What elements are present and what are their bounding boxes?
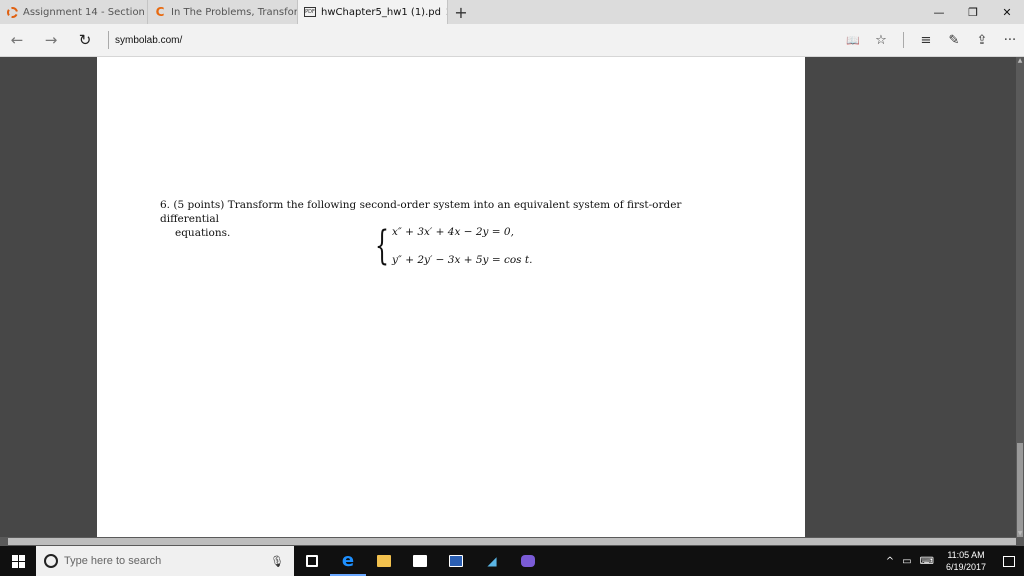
keyboard-icon[interactable]: ⌨ — [920, 556, 934, 567]
search-placeholder: Type here to search — [64, 555, 162, 567]
horizontal-scroll-thumb[interactable] — [8, 538, 1016, 545]
tab-pdf-active[interactable]: PDF hwChapter5_hw1 (1).pd ✕ — [298, 0, 448, 24]
share-icon[interactable]: ⇪ — [968, 24, 996, 57]
forward-button[interactable]: → — [34, 24, 68, 57]
task-view-icon[interactable] — [294, 546, 330, 576]
action-center-icon[interactable] — [994, 555, 1024, 567]
vertical-scrollbar[interactable]: ▲ ▼ — [1016, 57, 1024, 537]
back-button[interactable]: ← — [0, 24, 34, 57]
new-tab-button[interactable]: + — [448, 0, 474, 24]
loading-ring-icon — [6, 6, 18, 18]
tab-strip: Assignment 14 - Section 5.1 C In The Pro… — [0, 0, 1024, 24]
media-app-icon[interactable] — [510, 546, 546, 576]
tab-chegg[interactable]: C In The Problems, Transform — [148, 0, 298, 24]
problem-text: (5 points) Transform the following secon… — [160, 199, 682, 225]
tab-assignment[interactable]: Assignment 14 - Section 5.1 — [0, 0, 148, 24]
reading-view-icon[interactable]: 📖 — [839, 24, 867, 57]
edge-browser-icon[interactable]: e — [330, 546, 366, 576]
tab-title: In The Problems, Transform — [171, 6, 298, 18]
horizontal-scrollbar[interactable] — [0, 537, 1024, 546]
tray-chevron-icon[interactable]: ^ — [886, 556, 894, 567]
clock[interactable]: 11:05 AM 6/19/2017 — [938, 549, 994, 573]
pdf-icon: PDF — [304, 7, 316, 17]
toolbar-right: 📖 ☆ ≡ ✎ ⇪ ··· — [839, 24, 1024, 57]
refresh-button[interactable]: ↻ — [68, 24, 102, 57]
chegg-c-icon: C — [155, 5, 165, 19]
pdf-viewer[interactable]: 6. (5 points) Transform the following se… — [0, 57, 1024, 537]
microphone-icon[interactable]: 🎙 — [270, 555, 284, 568]
divider — [903, 32, 904, 48]
equation-2: y″ + 2y′ − 3x + 5y = cos t. — [392, 254, 533, 266]
pdf-page: 6. (5 points) Transform the following se… — [97, 57, 805, 537]
store-icon[interactable] — [402, 546, 438, 576]
navigation-bar: ← → ↻ symbolab.com/ 📖 ☆ ≡ ✎ ⇪ ··· — [0, 24, 1024, 57]
network-icon[interactable]: ▭ — [902, 556, 911, 567]
window-controls: — ❐ ✕ — [922, 0, 1024, 24]
scroll-down-arrow-icon[interactable]: ▼ — [1016, 530, 1024, 537]
help-app-icon[interactable] — [438, 546, 474, 576]
taskbar-search[interactable]: Type here to search 🎙 — [36, 546, 294, 576]
taskbar: Type here to search 🎙 e ◢ ^ ▭ ⌨ 11:05 AM… — [0, 546, 1024, 576]
windows-logo-icon — [11, 554, 25, 568]
divider — [108, 31, 109, 49]
equation-1: x″ + 3x′ + 4x − 2y = 0, — [392, 226, 514, 238]
scroll-up-arrow-icon[interactable]: ▲ — [1016, 57, 1024, 64]
tab-title: Assignment 14 - Section 5.1 — [23, 6, 147, 18]
start-button[interactable] — [0, 546, 36, 576]
favorite-star-icon[interactable]: ☆ — [867, 24, 895, 57]
web-note-icon[interactable]: ✎ — [940, 24, 968, 57]
clock-date: 6/19/2017 — [945, 562, 987, 572]
close-window-button[interactable]: ✕ — [990, 0, 1024, 24]
minimize-button[interactable]: — — [922, 0, 956, 24]
file-explorer-icon[interactable] — [366, 546, 402, 576]
more-icon[interactable]: ··· — [996, 24, 1024, 57]
cortana-ring-icon — [44, 554, 58, 568]
close-tab-icon[interactable]: ✕ — [441, 5, 447, 19]
tab-title: hwChapter5_hw1 (1).pd — [321, 6, 441, 18]
hub-icon[interactable]: ≡ — [912, 24, 940, 57]
problem-number: 6. — [160, 199, 171, 211]
address-bar[interactable]: symbolab.com/ — [115, 35, 182, 46]
dolphin-app-icon[interactable]: ◢ — [474, 546, 510, 576]
system-brace: { — [375, 223, 389, 269]
clock-time: 11:05 AM — [947, 550, 985, 560]
system-tray: ^ ▭ ⌨ 11:05 AM 6/19/2017 — [882, 546, 1024, 576]
restore-button[interactable]: ❐ — [956, 0, 990, 24]
vertical-scroll-thumb[interactable] — [1017, 443, 1023, 537]
